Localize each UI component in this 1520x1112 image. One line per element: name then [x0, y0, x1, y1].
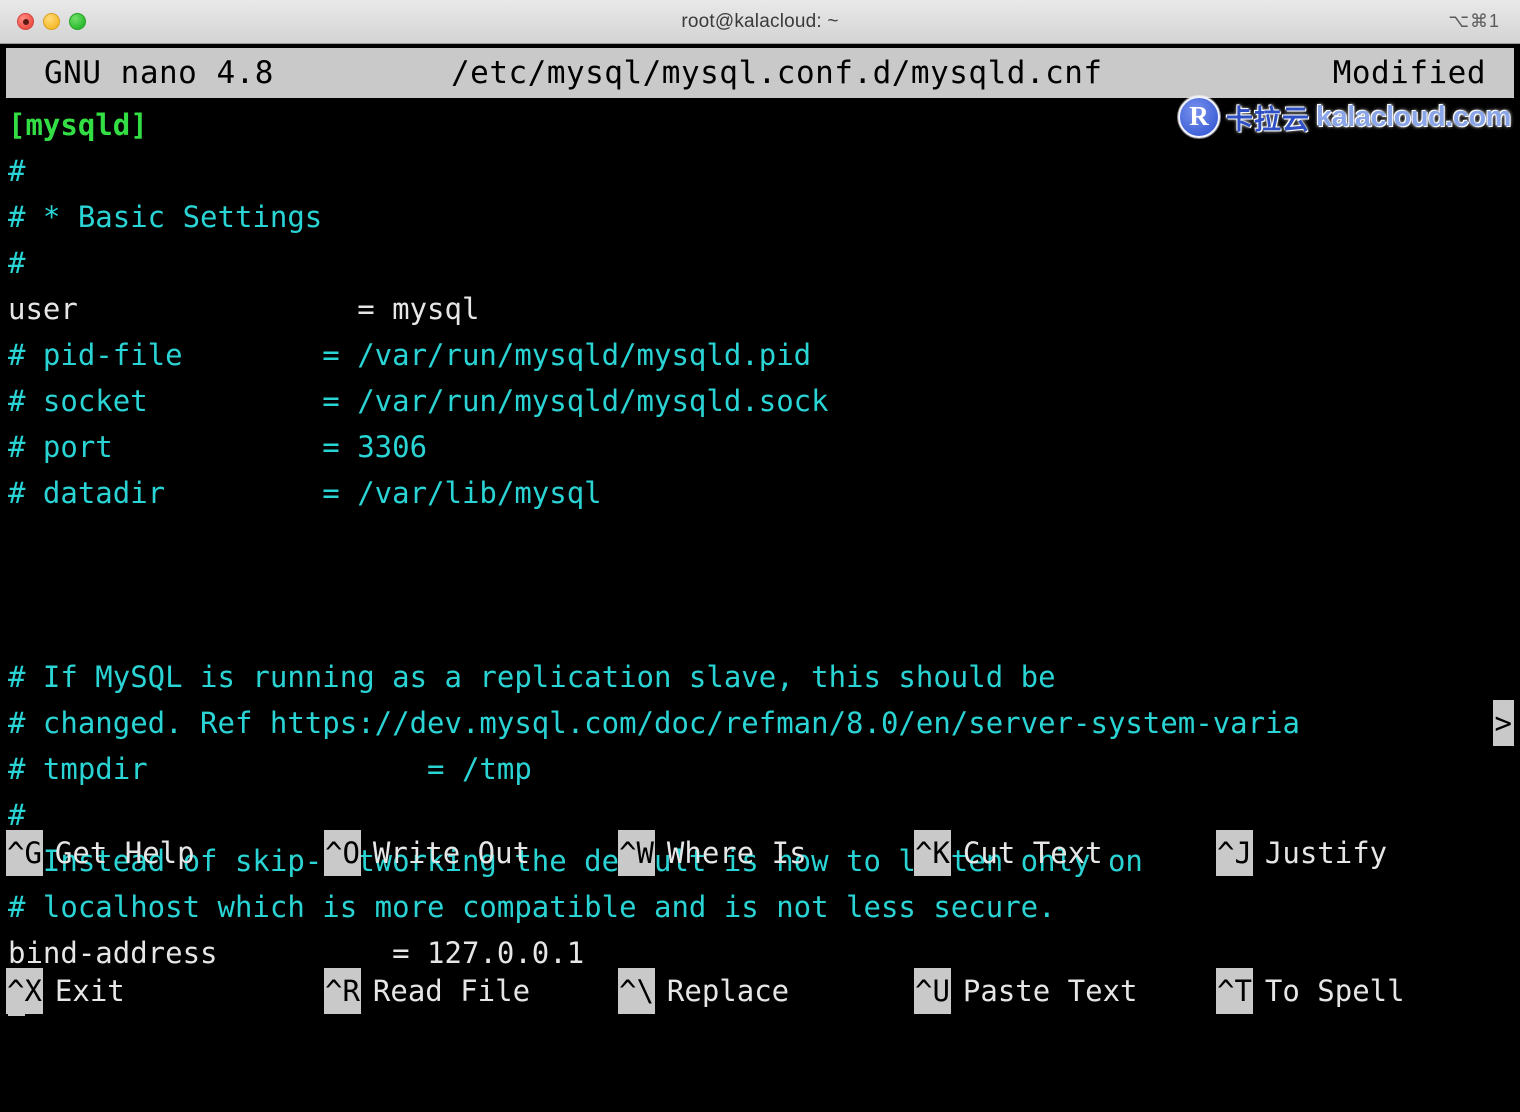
- editor-line-comment: # port = 3306: [8, 424, 1520, 470]
- shortcut-label: Write Out: [372, 836, 531, 870]
- editor-line-blank: [8, 608, 1520, 654]
- shortcut-label: Exit: [54, 974, 125, 1008]
- shortcut-item[interactable]: ^J Justify: [1216, 830, 1387, 876]
- nano-modified-flag: Modified: [1332, 55, 1486, 91]
- shortcut-item[interactable]: ^T To Spell: [1216, 968, 1405, 1014]
- nano-header-bar: GNU nano 4.8 /etc/mysql/mysql.conf.d/mys…: [6, 48, 1514, 98]
- shortcut-key: ^W: [618, 830, 655, 876]
- shortcut-label: Paste Text: [962, 974, 1138, 1008]
- editor-line-comment: # * Basic Settings: [8, 194, 1520, 240]
- shortcut-item[interactable]: ^K Cut Text: [914, 830, 1103, 876]
- editor-line-comment: # If MySQL is running as a replication s…: [8, 654, 1520, 700]
- shortcut-item[interactable]: ^W Where Is: [618, 830, 807, 876]
- nano-filename: /etc/mysql/mysql.conf.d/mysqld.cnf: [451, 55, 1103, 91]
- comment-text: #: [8, 154, 26, 188]
- shortcut-label: Cut Text: [962, 836, 1103, 870]
- editor-line-comment: #: [8, 148, 1520, 194]
- window-controls: [17, 13, 86, 30]
- editor-line-comment: # socket = /var/run/mysqld/mysqld.sock: [8, 378, 1520, 424]
- comment-text: #: [8, 246, 26, 280]
- shortcut-item[interactable]: ^U Paste Text: [914, 968, 1138, 1014]
- setting-equals: =: [357, 292, 393, 326]
- shortcut-key: ^R: [324, 968, 361, 1014]
- comment-text: # * Basic Settings: [8, 200, 323, 234]
- comment-text: # port = 3306: [8, 430, 428, 464]
- section-header: [mysqld]: [8, 108, 148, 142]
- shortcut-item[interactable]: ^X Exit: [6, 968, 125, 1014]
- shortcut-key: ^T: [1216, 968, 1253, 1014]
- shortcut-label: To Spell: [1264, 974, 1405, 1008]
- comment-text: # If MySQL is running as a replication s…: [8, 660, 1056, 694]
- editor-line-blank: [8, 516, 1520, 562]
- window-shortcut-indicator: ⌥⌘1: [1448, 11, 1500, 31]
- shortcut-key: ^X: [6, 968, 43, 1014]
- setting-value: mysql: [392, 292, 480, 326]
- shortcut-key: ^O: [324, 830, 361, 876]
- shortcut-key: ^G: [6, 830, 43, 876]
- editor-line-comment: # datadir = /var/lib/mysql: [8, 470, 1520, 516]
- shortcut-key: ^U: [914, 968, 951, 1014]
- editor-line-comment: #: [8, 240, 1520, 286]
- window-title: root@kalacloud: ~: [681, 10, 839, 32]
- shortcut-key: ^\: [618, 968, 655, 1014]
- editor-line-comment: # pid-file = /var/run/mysqld/mysqld.pid: [8, 332, 1520, 378]
- shortcut-row-1: ^G Get Help ^O Write Out ^W Where Is ^K Cut Tex…: [6, 830, 1514, 876]
- comment-text: # pid-file = /var/run/mysqld/mysqld.pid: [8, 338, 812, 372]
- close-button[interactable]: [17, 13, 34, 30]
- nano-version: GNU nano 4.8: [44, 55, 274, 91]
- shortcut-row-2: ^X Exit ^R Read File ^\ Replace ^U Paste Text ^T…: [6, 968, 1514, 1014]
- shortcut-item[interactable]: ^G Get Help: [6, 830, 195, 876]
- comment-text: # socket = /var/run/mysqld/mysqld.sock: [8, 384, 829, 418]
- minimize-button[interactable]: [43, 13, 60, 30]
- shortcut-label: Get Help: [54, 836, 195, 870]
- comment-text: # datadir = /var/lib/mysql: [8, 476, 602, 510]
- editor-line-section: [mysqld]: [8, 102, 1520, 148]
- shortcut-label: Where Is: [666, 836, 807, 870]
- shortcut-label: Replace: [666, 974, 790, 1008]
- shortcut-key: ^J: [1216, 830, 1253, 876]
- shortcut-item[interactable]: ^R Read File: [324, 968, 530, 1014]
- editor-line-blank: [8, 562, 1520, 608]
- shortcut-item[interactable]: ^\ Replace: [618, 968, 789, 1014]
- shortcut-label: Justify: [1264, 836, 1388, 870]
- shortcut-item[interactable]: ^O Write Out: [324, 830, 530, 876]
- terminal-content[interactable]: GNU nano 4.8 /etc/mysql/mysql.conf.d/mys…: [0, 44, 1520, 1112]
- setting-key: user: [8, 292, 358, 326]
- terminal-window: root@kalacloud: ~ ⌥⌘1 GNU nano 4.8 /etc/…: [0, 0, 1520, 1112]
- title-bar: root@kalacloud: ~ ⌥⌘1: [0, 0, 1520, 44]
- shortcut-label: Read File: [372, 974, 531, 1008]
- shortcut-key: ^K: [914, 830, 951, 876]
- editor-line-setting: user = mysql: [8, 286, 1520, 332]
- nano-shortcut-bar: ^G Get Help ^O Write Out ^W Where Is ^K Cut Tex…: [0, 738, 1520, 1112]
- zoom-button[interactable]: [69, 13, 86, 30]
- comment-text: # changed. Ref https://dev.mysql.com/doc…: [8, 706, 1301, 740]
